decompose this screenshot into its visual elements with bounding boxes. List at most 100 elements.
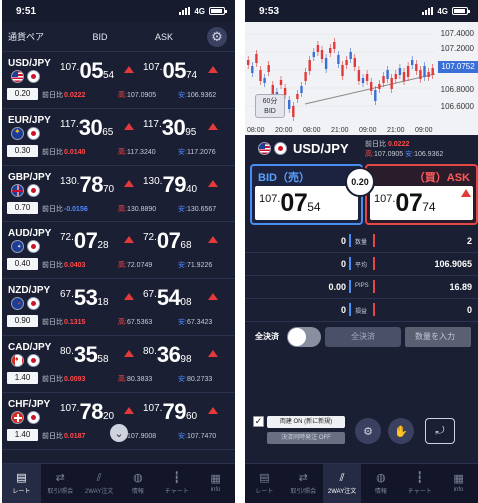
tab-5[interactable]: ▦ info <box>439 464 478 503</box>
price-chart[interactable]: 107.4000 107.2000 107.0752 106.8000 106.… <box>245 22 478 135</box>
sell-bid-button[interactable]: BID（売） 107.0754 <box>250 164 363 225</box>
bid-price[interactable]: 130.7870 <box>60 172 134 202</box>
candle-body <box>357 70 361 81</box>
ask-price[interactable]: 67.5408 <box>143 285 218 315</box>
chevron-down-icon: ⌄ <box>114 427 124 440</box>
y-tick-label: 106.6000 <box>440 102 474 111</box>
bottom-tab-bar: ▤ レート ⇄ 取引/照会 ⫽ 2WAY注文 ◍ 情報 ┇ チャート ▦ info <box>245 463 478 503</box>
tab-4[interactable]: ┇ チャート <box>400 464 439 503</box>
bid-price[interactable]: 80.3558 <box>60 341 134 372</box>
tab-3[interactable]: ◍ 情報 <box>118 464 157 503</box>
pair-title: USD/JPY <box>293 141 349 156</box>
scroll-down-button[interactable]: ⌄ <box>110 424 128 442</box>
low-value: 130.6567 <box>186 205 217 213</box>
buy-divider <box>373 303 375 316</box>
tab-1[interactable]: ⇄ 取引/照会 <box>41 464 80 503</box>
low-label: 安: <box>178 262 187 270</box>
status-time: 9:51 <box>16 5 37 17</box>
candle-body <box>382 76 385 83</box>
rate-row[interactable]: CAD/JPY 1.40 80.3558 80.3698 前日比0.0093 高… <box>2 336 235 393</box>
bid-price-pip: 54 <box>102 70 115 81</box>
ask-price[interactable]: 80.3698 <box>143 342 218 372</box>
bid-price-main: 35 <box>73 341 98 367</box>
high-value: 107.9008 <box>126 432 157 440</box>
gear-icon[interactable]: ⚙ <box>207 27 227 47</box>
candle-body <box>316 45 320 52</box>
bid-price[interactable]: 117.3065 <box>60 115 134 145</box>
stat-label: 平均 <box>355 263 368 269</box>
jp-flag-icon <box>27 126 40 140</box>
quantity-input[interactable]: 数量を入力 <box>405 327 471 347</box>
sell-divider <box>349 280 351 293</box>
candle-body <box>370 82 373 91</box>
pair-flags <box>11 353 40 367</box>
candlestick-chart <box>245 33 436 121</box>
check-icon[interactable]: ✓ <box>253 416 264 427</box>
tab-4[interactable]: ┇ チャート <box>157 464 196 503</box>
change-label: 前日比 <box>42 262 63 270</box>
ask-price[interactable]: 72.0768 <box>143 228 218 258</box>
tab-0[interactable]: ▤ レート <box>2 464 41 503</box>
ask-price[interactable]: 130.7940 <box>143 172 218 202</box>
candle-body <box>361 78 365 83</box>
ask-price-prefix: 107. <box>143 402 163 414</box>
candle-body <box>259 70 262 81</box>
header-ask: ASK <box>154 31 173 42</box>
buy-divider <box>373 280 375 293</box>
tab-3[interactable]: ◍ 情報 <box>361 464 400 503</box>
tab-2[interactable]: ⫽ 2WAY注文 <box>80 464 119 503</box>
tab-2[interactable]: ⫽ 2WAY注文 <box>322 464 362 503</box>
ask-price[interactable]: 107.7960 <box>143 399 218 429</box>
stat-label: 損益 <box>355 309 368 315</box>
candle-body <box>312 52 315 57</box>
order-type-round-button[interactable]: ✋ <box>388 418 414 444</box>
hedge-option-button[interactable]: 両建 ON (新に新規) <box>267 416 345 428</box>
tab-0[interactable]: ▤ レート <box>245 464 284 503</box>
rate-row[interactable]: NZD/JPY 0.90 67.5318 67.5408 前日比0.1315 高… <box>2 279 235 336</box>
sell-side-value: 0 <box>340 259 346 269</box>
candle-body <box>353 58 356 67</box>
ask-price-main: 05 <box>162 58 186 83</box>
rate-row[interactable]: GBP/JPY 0.70 130.7870 130.7940 前日比-0.015… <box>2 166 235 223</box>
nz-flag-icon <box>11 297 24 311</box>
buy-side-value: 0 <box>466 305 472 315</box>
ask-price[interactable]: 107.0574 <box>143 58 218 88</box>
tab-1[interactable]: ⇄ 取引/照会 <box>284 464 323 503</box>
spread-box: 0.40 <box>7 258 38 271</box>
jp-flag-icon <box>27 410 40 424</box>
close-all-toggle[interactable] <box>287 327 321 347</box>
up-arrow-icon <box>208 349 218 357</box>
bid-price[interactable]: 72.0728 <box>60 228 134 258</box>
network-label: 4G <box>194 6 205 16</box>
buy-ask-button[interactable]: （買）ASK 107.0774 <box>365 164 478 225</box>
tab-label: レート <box>12 488 31 495</box>
battery-icon <box>452 7 470 15</box>
rate-row[interactable]: USD/JPY 0.20 107.0554 107.0574 前日比0.0222… <box>2 52 235 109</box>
tab-5[interactable]: ▦ info <box>196 464 235 503</box>
tab-label: 2WAY注文 <box>327 488 357 495</box>
candle-body <box>333 42 336 49</box>
ask-price-prefix: 80. <box>143 345 157 357</box>
tab-icon: ◍ <box>376 471 386 484</box>
low-value: 106.9362 <box>414 151 444 158</box>
close-all-button[interactable]: 全決済 <box>325 327 401 347</box>
pair-name: CHF/JPY <box>8 398 51 410</box>
tab-icon: ▦ <box>210 473 221 485</box>
timeframe-button[interactable]: 60分 BID <box>255 94 285 118</box>
rotate-icon: ⤾ <box>435 424 445 437</box>
settings-round-button[interactable]: ⚙ <box>355 418 381 444</box>
rate-row[interactable]: EUR/JPY 0.30 117.3065 117.3095 前日比0.0140… <box>2 109 235 166</box>
ask-price[interactable]: 117.3095 <box>143 115 218 145</box>
change-value: 0.1315 <box>64 319 86 327</box>
rate-row[interactable]: AUD/JPY 0.40 72.0728 72.0768 前日比0.0403 高… <box>2 222 235 280</box>
pair-name: NZD/JPY <box>8 285 51 297</box>
candle-body <box>292 106 295 117</box>
bid-price[interactable]: 107.7820 <box>60 399 134 429</box>
bid-price[interactable]: 67.5318 <box>60 285 134 315</box>
up-arrow-icon <box>124 349 134 357</box>
bid-price-prefix: 67. <box>60 289 74 301</box>
rotate-screen-button[interactable]: ⤾ <box>425 418 455 444</box>
bid-price[interactable]: 107.0554 <box>60 58 134 88</box>
high-label: 高: <box>118 92 127 99</box>
settle-order-option-button[interactable]: 決済同時発注 OFF <box>267 432 345 444</box>
